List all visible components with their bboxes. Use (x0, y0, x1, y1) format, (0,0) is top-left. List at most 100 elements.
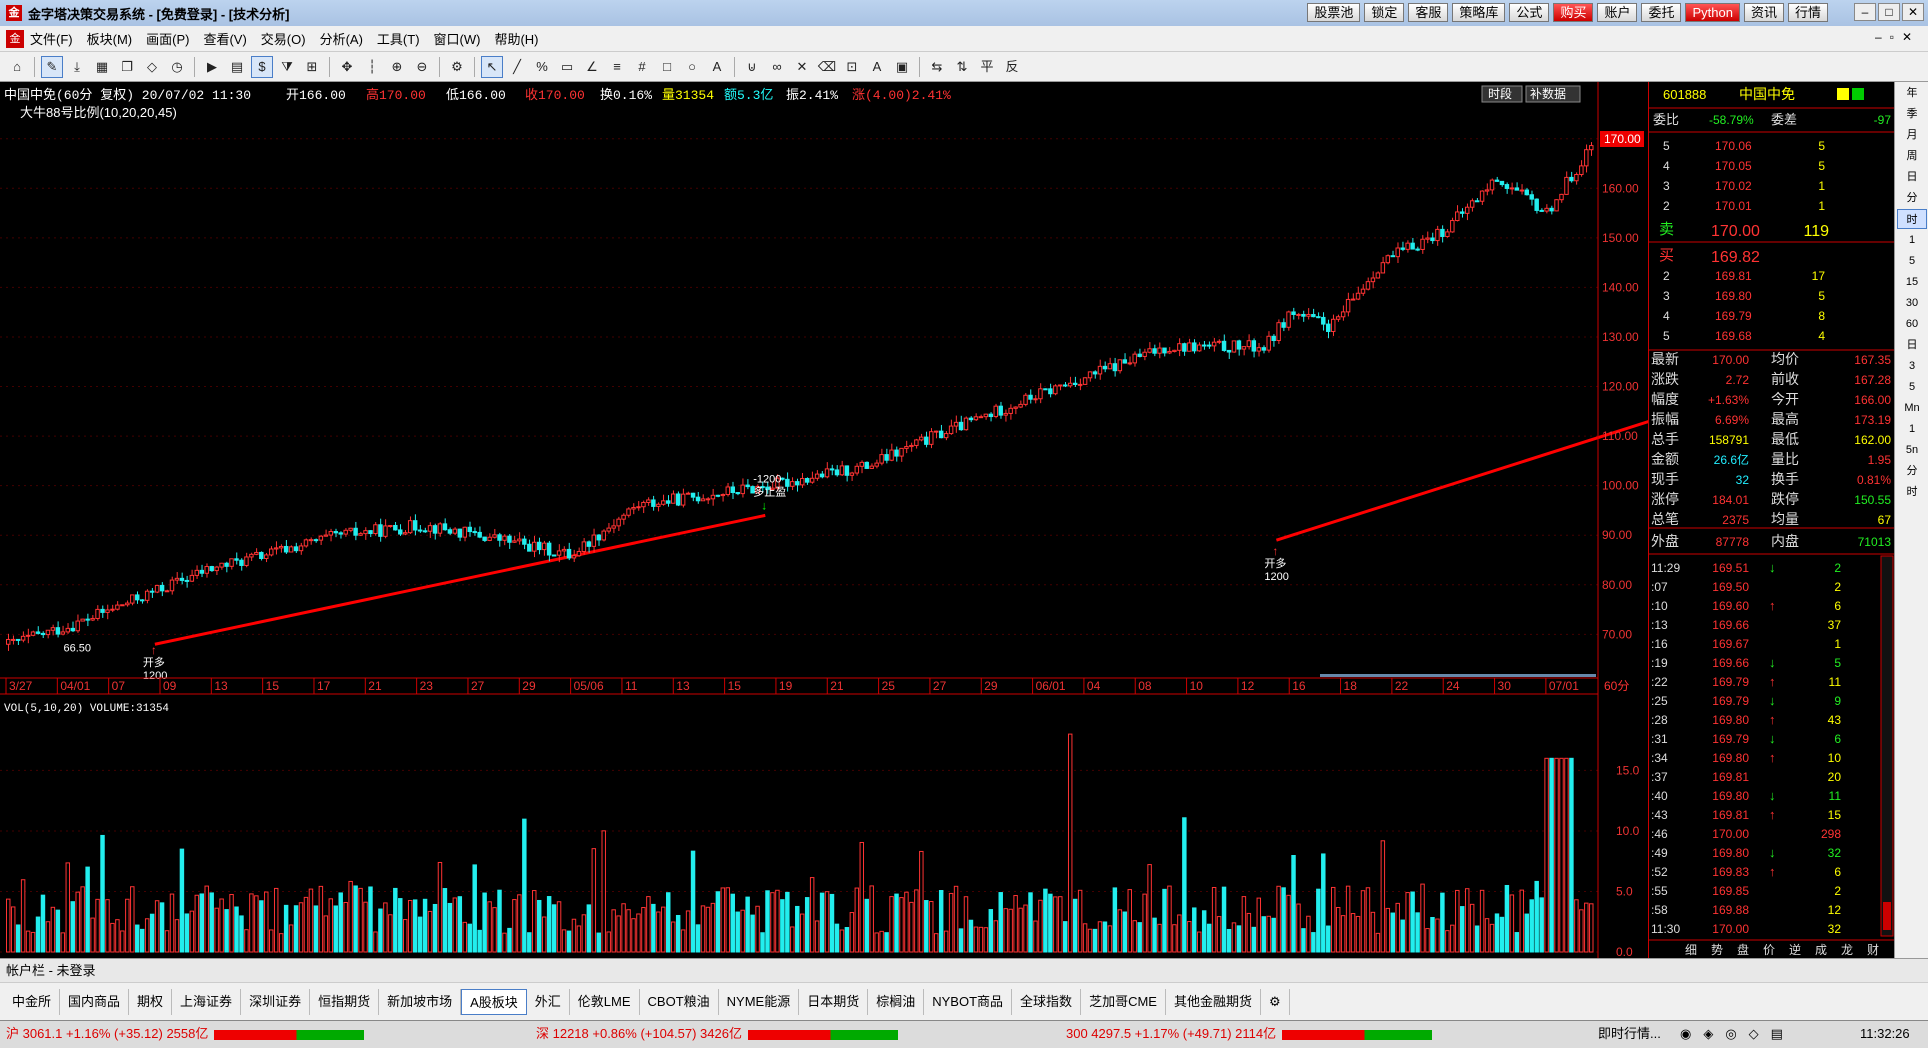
circle-tool-icon[interactable]: ○ (681, 56, 703, 78)
trash-icon[interactable]: ⌫ (816, 56, 838, 78)
period-option-12[interactable]: 日 (1897, 335, 1927, 355)
period-option-4[interactable]: 日 (1897, 167, 1927, 187)
market-tab-3[interactable]: 上海证券 (172, 988, 242, 1015)
flip-h-icon[interactable]: ⇆ (926, 56, 948, 78)
market-tab-6[interactable]: 新加坡市场 (379, 988, 462, 1015)
period-option-19[interactable]: 时 (1897, 482, 1927, 502)
t-flag-icon[interactable] (1837, 88, 1849, 100)
pen-icon[interactable]: ✎ (41, 55, 63, 78)
kline-svg[interactable]: 中国中免(60分 复权) 20/07/02 11:30 开166.00 高170… (0, 82, 1928, 959)
zoom-out-icon[interactable]: ⊖ (411, 56, 433, 78)
fib-tool-icon[interactable]: ≡ (606, 56, 628, 78)
layout-icon[interactable]: ▦ (91, 56, 113, 78)
status-tray-icons[interactable]: ◉◈◎◇▤ (1680, 1021, 1795, 1047)
home-icon[interactable]: ⌂ (6, 56, 28, 78)
ruler-icon[interactable]: ┆ (361, 56, 383, 78)
market-tab-17[interactable]: 其他金融期货 (1166, 988, 1261, 1015)
play-icon[interactable]: ▶ (201, 56, 223, 78)
grid-icon[interactable]: ⊞ (301, 56, 323, 78)
market-tab-8[interactable]: 外汇 (527, 988, 570, 1015)
maximize-icon[interactable]: □ (1878, 3, 1900, 21)
download-icon[interactable]: ⤓ (66, 56, 88, 78)
lock-icon[interactable]: ⊡ (841, 56, 863, 78)
percent-tool-icon[interactable]: % (531, 56, 553, 78)
cursor-icon[interactable]: ↖ (481, 55, 503, 78)
market-tab-1[interactable]: 国内商品 (60, 988, 130, 1015)
period-option-18[interactable]: 分 (1897, 461, 1927, 481)
strategy-library-button[interactable]: 策略库 (1452, 3, 1506, 22)
sz-index[interactable]: 深 12218 +0.86% (+104.57) 3426亿 (536, 1021, 898, 1047)
stock-pool-button[interactable]: 股票池 (1307, 3, 1361, 22)
status-flag-icon[interactable] (1852, 88, 1864, 100)
period-option-6[interactable]: 时 (1897, 209, 1927, 229)
market-tab-16[interactable]: 芝加哥CME (1081, 988, 1166, 1015)
market-button[interactable]: 行情 (1787, 3, 1828, 22)
lock-button[interactable]: 锁定 (1364, 3, 1405, 22)
link-icon[interactable]: ∞ (766, 56, 788, 78)
clock-icon[interactable]: ◷ (166, 56, 188, 78)
fill-data-button[interactable]: 补数据 (1530, 86, 1566, 101)
period-option-11[interactable]: 60 (1897, 314, 1927, 334)
python-button[interactable]: Python (1685, 3, 1740, 22)
reverse-icon[interactable]: 反 (1001, 56, 1023, 78)
settings-icon[interactable]: ⚙ (446, 56, 468, 78)
kline-chart-area[interactable]: 中国中免(60分 复权) 20/07/02 11:30 开166.00 高170… (0, 82, 1928, 959)
quote-detail-tab-3[interactable]: 价 (1763, 943, 1775, 957)
close-icon[interactable]: ✕ (1902, 3, 1924, 21)
minimize-icon[interactable]: – (1854, 3, 1876, 21)
hash-tool-icon[interactable]: # (631, 56, 653, 78)
service-button[interactable]: 客服 (1408, 3, 1449, 22)
tick-scrollbar[interactable] (1880, 555, 1894, 937)
menu-help[interactable]: 帮助(H) (494, 29, 538, 48)
filter-icon[interactable]: ⧩ (276, 56, 298, 78)
formula-button[interactable]: 公式 (1509, 3, 1550, 22)
live-quote-status[interactable]: 即时行情... (1598, 1021, 1661, 1047)
market-tab-12[interactable]: 日本期货 (799, 988, 869, 1015)
menu-sector[interactable]: 板块(M) (87, 29, 133, 48)
news-button[interactable]: 资讯 (1743, 3, 1784, 22)
period-option-16[interactable]: 1 (1897, 419, 1927, 439)
quote-detail-tab-5[interactable]: 成 (1815, 943, 1827, 957)
market-tab-7[interactable]: A股板块 (461, 988, 527, 1015)
market-tab-13[interactable]: 棕榈油 (868, 988, 925, 1015)
quote-detail-tab-0[interactable]: 细 (1685, 943, 1697, 957)
menu-view[interactable]: 查看(V) (203, 29, 246, 48)
move-icon[interactable]: ✥ (336, 56, 358, 78)
period-option-3[interactable]: 周 (1897, 146, 1927, 166)
order-button[interactable]: 委托 (1641, 3, 1682, 22)
line-tool-icon[interactable]: ╱ (506, 56, 528, 78)
menu-screen[interactable]: 画面(P) (146, 29, 189, 48)
delete-icon[interactable]: ✕ (791, 56, 813, 78)
period-option-15[interactable]: Mn (1897, 398, 1927, 418)
period-option-1[interactable]: 季 (1897, 104, 1927, 124)
period-option-9[interactable]: 15 (1897, 272, 1927, 292)
quote-detail-tab-4[interactable]: 逆 (1789, 942, 1801, 957)
market-tab-9[interactable]: 伦敦LME (570, 988, 640, 1015)
channel-tool-icon[interactable]: ▭ (556, 56, 578, 78)
period-option-10[interactable]: 30 (1897, 293, 1927, 313)
flat-icon[interactable]: 平 (976, 56, 998, 78)
hs300-index[interactable]: 300 4297.5 +1.17% (+49.71) 2114亿 (1066, 1021, 1433, 1047)
buy-button[interactable]: 购买 (1553, 3, 1594, 22)
period-option-7[interactable]: 1 (1897, 230, 1927, 250)
text-tool-icon[interactable]: A (706, 56, 728, 78)
period-option-13[interactable]: 3 (1897, 356, 1927, 376)
document-icon[interactable]: ▤ (226, 56, 248, 78)
sh-index[interactable]: 沪 3061.1 +1.16% (+35.12) 2558亿 (6, 1021, 365, 1047)
dollar-icon[interactable]: $ (251, 55, 273, 78)
magnet-icon[interactable]: ⊍ (741, 56, 763, 78)
quote-detail-tab-7[interactable]: 财 (1867, 943, 1879, 957)
tab-settings-icon[interactable]: ⚙ (1261, 988, 1290, 1015)
flip-v-icon[interactable]: ⇅ (951, 56, 973, 78)
market-tab-15[interactable]: 全球指数 (1012, 988, 1082, 1015)
tick-scrollbar-thumb[interactable] (1883, 902, 1891, 930)
mdi-window-controls[interactable]: –▫✕ (1875, 30, 1920, 44)
copy-icon[interactable]: ❐ (116, 56, 138, 78)
market-tab-5[interactable]: 恒指期货 (310, 988, 380, 1015)
period-option-14[interactable]: 5 (1897, 377, 1927, 397)
save-icon[interactable]: ▣ (891, 56, 913, 78)
market-tab-4[interactable]: 深圳证券 (241, 988, 311, 1015)
text-color-icon[interactable]: A (866, 56, 888, 78)
market-tab-14[interactable]: NYBOT商品 (924, 988, 1013, 1015)
diamond-icon[interactable]: ◇ (141, 56, 163, 78)
